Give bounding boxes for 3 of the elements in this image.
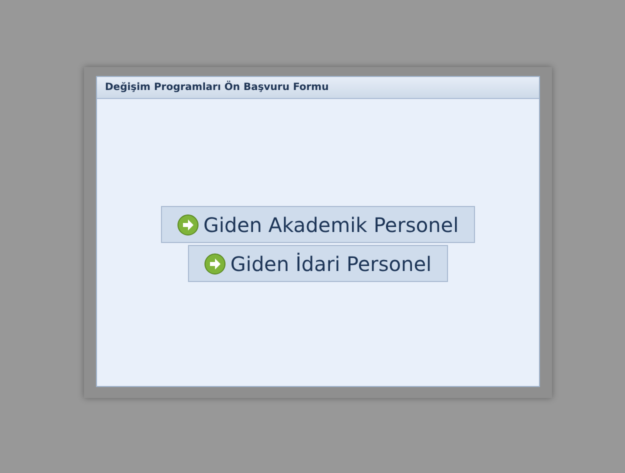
panel-title: Değişim Programları Ön Başvuru Formu [97,77,539,99]
menu-button[interactable]: Giden İdari Personel [188,245,448,282]
menu-button[interactable]: Giden Akademik Personel [161,206,475,243]
